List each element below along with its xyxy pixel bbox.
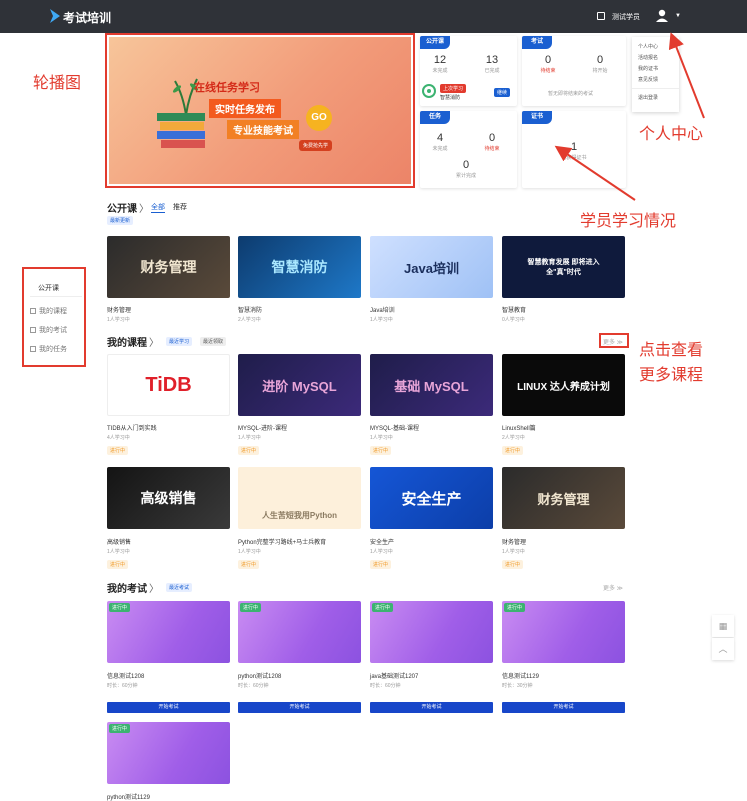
annotation-arrows (554, 32, 705, 201)
